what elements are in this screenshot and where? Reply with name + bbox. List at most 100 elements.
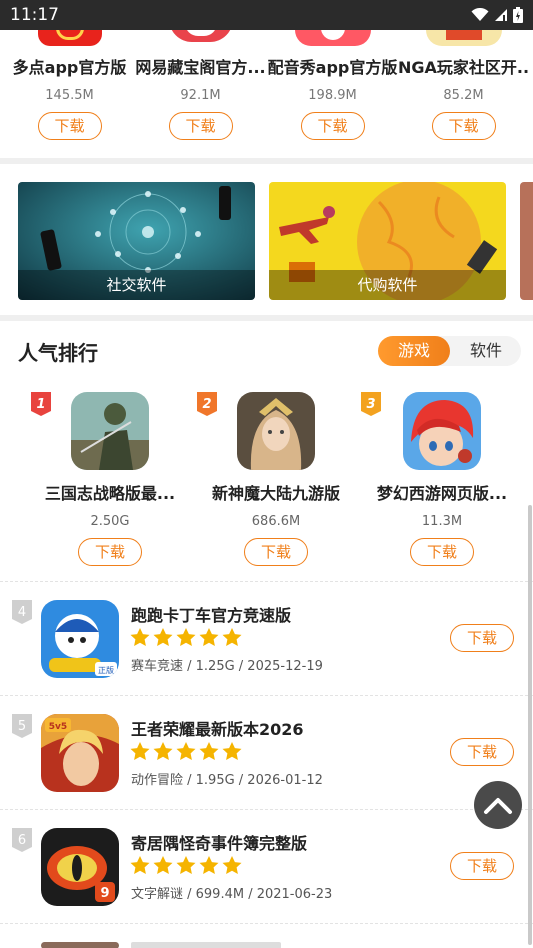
star-icon — [222, 628, 242, 646]
app-meta: 赛车竞速 / 1.25G / 2025-12-19 — [131, 659, 323, 674]
app-name: 三国志战略版最... — [44, 484, 176, 503]
rank-tag: 4 — [12, 600, 32, 624]
section-divider — [0, 315, 533, 321]
peiyinxiu-app-icon — [294, 30, 371, 46]
status-icons — [471, 7, 523, 23]
star-icon — [130, 856, 150, 874]
app-name: 网易藏宝阁官方... — [135, 58, 266, 77]
scrollbar[interactable] — [528, 505, 532, 945]
app-name: 王者荣耀最新版本2026 — [131, 720, 304, 739]
svg-text:9: 9 — [100, 886, 109, 901]
app-card[interactable]: 配音秀app官方版 198.9M 下载 — [267, 30, 398, 140]
ranking-title: 人气排行 — [18, 341, 98, 365]
list-item-partial[interactable] — [0, 923, 533, 948]
ranking-tab-switch: 游戏 软件 — [378, 336, 521, 366]
list-item[interactable]: 6 9 寄居隅怪奇事件簿完整版 文字解谜 / 699.4M / 2021-06-… — [0, 809, 533, 923]
tab-software[interactable]: 软件 — [450, 336, 522, 366]
signal-icon — [495, 9, 507, 21]
rating-stars — [130, 628, 242, 647]
app-name: 寄居隅怪奇事件簿完整版 — [131, 834, 308, 853]
rating-stars — [130, 742, 242, 761]
app-size: 686.6M — [251, 514, 301, 529]
star-icon — [199, 742, 219, 760]
top-rank-card[interactable]: 1 三国志战略版最... 2.50G 下载 — [27, 392, 193, 566]
rank-badge: 2 — [197, 392, 217, 416]
app-size: 92.1M — [180, 88, 221, 103]
back-to-top-button[interactable] — [474, 781, 522, 829]
star-icon — [199, 856, 219, 874]
menghuan-game-icon — [403, 392, 481, 470]
battery-icon — [513, 7, 523, 23]
list-item[interactable]: 5 5v5 王者荣耀最新版本2026 动作冒险 / 1.95G / 2026-0… — [0, 695, 533, 809]
download-button[interactable]: 下载 — [168, 112, 233, 140]
app-card[interactable]: 网易藏宝阁官方... 92.1M 下载 — [135, 30, 266, 140]
download-button[interactable]: 下载 — [300, 112, 365, 140]
download-button[interactable]: 下载 — [37, 112, 102, 140]
download-button[interactable]: 下载 — [450, 624, 514, 652]
star-icon — [222, 856, 242, 874]
app-size: 85.2M — [443, 88, 484, 103]
top-apps-row: 多点app官方版 145.5M 下载 网易藏宝阁官方... 92.1M 下载 配… — [0, 30, 533, 158]
rank-number: 6 — [18, 833, 26, 848]
rank-tag: 6 — [12, 828, 32, 852]
star-icon — [153, 742, 173, 760]
app-name: NGA玩家社区开... — [398, 58, 529, 77]
cangbaoge-app-icon — [162, 30, 239, 46]
star-icon — [222, 742, 242, 760]
download-button[interactable]: 下载 — [78, 538, 142, 566]
duodian-app-icon — [31, 30, 108, 46]
wangzhe-game-icon: 5v5 — [41, 714, 119, 792]
rank-badge: 3 — [361, 392, 381, 416]
rating-stars — [130, 856, 242, 875]
top-rank-card[interactable]: 3 梦幻西游网页版... 11.3M 下载 — [359, 392, 525, 566]
partial-app-icon — [41, 942, 119, 948]
section-divider — [0, 158, 533, 164]
download-button[interactable]: 下载 — [450, 852, 514, 880]
rank-number: 4 — [18, 605, 26, 620]
app-meta: 文字解谜 / 699.4M / 2021-06-23 — [131, 887, 333, 902]
kartrider-game-icon: 正版 — [41, 600, 119, 678]
app-meta: 动作冒险 / 1.95G / 2026-01-12 — [131, 773, 323, 788]
sanguozhi-game-icon — [71, 392, 149, 470]
app-card[interactable]: NGA玩家社区开... 85.2M 下载 — [398, 30, 529, 140]
app-card[interactable]: 多点app官方版 145.5M 下载 — [4, 30, 135, 140]
nga-app-icon — [425, 30, 502, 46]
category-label: 代购软件 — [269, 270, 506, 300]
jijuyu-game-icon: 9 — [41, 828, 119, 906]
rank-number: 3 — [366, 397, 375, 412]
download-button[interactable]: 下载 — [431, 112, 496, 140]
rank-number: 2 — [202, 397, 211, 412]
partial-title — [131, 942, 281, 948]
star-icon — [153, 856, 173, 874]
app-size: 198.9M — [308, 88, 357, 103]
star-icon — [176, 628, 196, 646]
rank-badge: 1 — [31, 392, 51, 416]
app-name: 新神魔大陆九游版 — [211, 484, 340, 503]
chevron-up-icon — [484, 798, 512, 814]
category-banner-social[interactable]: 社交软件 — [18, 182, 255, 300]
download-button[interactable]: 下载 — [244, 538, 308, 566]
download-button[interactable]: 下载 — [450, 738, 514, 766]
rank-number: 1 — [36, 397, 45, 412]
category-banner-shopping[interactable]: 代购软件 — [269, 182, 506, 300]
status-time: 11:17 — [10, 5, 59, 25]
status-bar: 11:17 — [0, 0, 533, 30]
rank-tag: 5 — [12, 714, 32, 738]
app-size: 145.5M — [45, 88, 94, 103]
app-name: 跑跑卡丁车官方竞速版 — [131, 606, 292, 625]
category-banner-peek[interactable] — [520, 182, 533, 300]
star-icon — [130, 628, 150, 646]
star-icon — [176, 856, 196, 874]
tab-games[interactable]: 游戏 — [378, 336, 450, 366]
star-icon — [199, 628, 219, 646]
star-icon — [130, 742, 150, 760]
app-name: 梦幻西游网页版... — [376, 484, 508, 503]
star-icon — [176, 742, 196, 760]
download-button[interactable]: 下载 — [410, 538, 474, 566]
category-label: 社交软件 — [18, 270, 255, 300]
svg-text:正版: 正版 — [98, 665, 114, 675]
list-item[interactable]: 4 正版 跑跑卡丁车官方竞速版 赛车竞速 / 1.25G / 2025-12-1… — [0, 581, 533, 695]
rank-number: 5 — [18, 719, 26, 734]
app-name: 多点app官方版 — [12, 58, 127, 77]
top-rank-card[interactable]: 2 新神魔大陆九游版 686.6M 下载 — [193, 392, 359, 566]
